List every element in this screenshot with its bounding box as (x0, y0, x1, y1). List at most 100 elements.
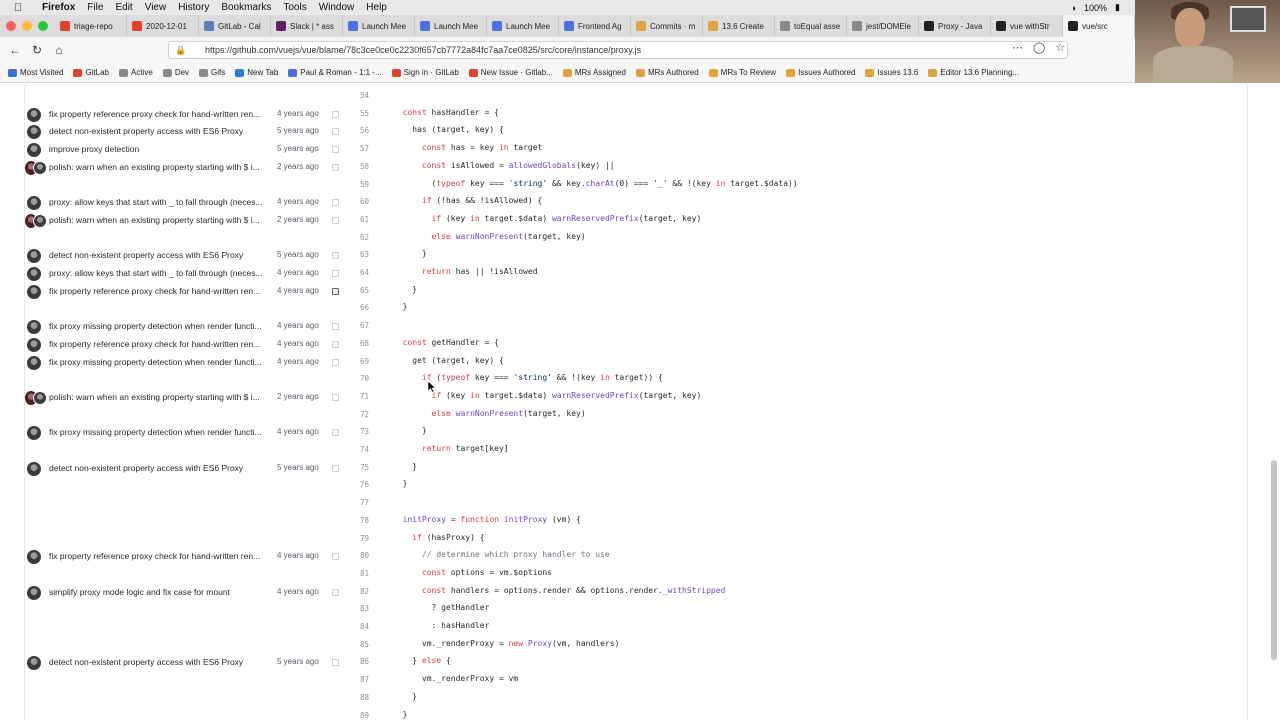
menu-bookmarks[interactable]: Bookmarks (215, 2, 277, 13)
commit-message-link[interactable]: simplify proxy mode logic and fix case f… (49, 587, 265, 597)
line-number[interactable]: 71 (335, 392, 369, 401)
back-icon[interactable]: ← (4, 43, 26, 57)
avatar[interactable] (27, 143, 41, 158)
tab-10[interactable]: toEqual asse (775, 15, 847, 37)
avatar[interactable] (27, 337, 41, 352)
bookmark-item[interactable]: Issues 13.6 (861, 68, 922, 77)
bookmark-item[interactable]: Issues Authored (782, 68, 859, 77)
line-number[interactable]: 63 (335, 250, 369, 259)
avatar[interactable] (27, 461, 41, 476)
avatar[interactable] (33, 390, 47, 405)
line-number[interactable]: 77 (335, 498, 369, 507)
line-number[interactable]: 55 (335, 109, 369, 118)
tab-8[interactable]: Commits · m (631, 15, 703, 37)
commit-message-link[interactable]: polish: warn when an existing property s… (49, 392, 265, 402)
avatar[interactable] (27, 320, 41, 335)
avatar[interactable] (27, 267, 41, 281)
avatar[interactable] (27, 426, 41, 441)
avatar[interactable] (33, 213, 47, 228)
commit-message-link[interactable]: improve proxy detection (49, 144, 265, 154)
url-text[interactable]: https://github.com/vuejs/vue/blame/78c3c… (205, 45, 641, 55)
lock-icon[interactable]: 🔒 (175, 45, 186, 56)
line-number[interactable]: 88 (335, 693, 369, 702)
line-number[interactable]: 56 (335, 126, 369, 135)
tab-11[interactable]: jest/DOMEle (847, 15, 919, 37)
line-number[interactable]: 59 (335, 180, 369, 189)
commit-message-link[interactable]: proxy: allow keys that start with _ to f… (49, 197, 265, 207)
commit-message-link[interactable]: detect non-existent property access with… (49, 463, 265, 473)
tab-3[interactable]: Slack | * ass (271, 15, 343, 37)
line-number[interactable]: 74 (335, 445, 369, 454)
bookmark-item[interactable]: Gifs (195, 68, 229, 77)
line-number[interactable]: 69 (335, 357, 369, 366)
home-icon[interactable]: ⌂ (48, 43, 70, 57)
battery-label[interactable]: 100% (1084, 3, 1107, 13)
commit-message-link[interactable]: detect non-existent property access with… (49, 250, 265, 260)
bookmark-item[interactable]: GitLab (69, 68, 113, 77)
battery-icon[interactable]: ▮ (1115, 2, 1120, 13)
avatar[interactable] (27, 125, 41, 140)
menu-help[interactable]: Help (360, 2, 393, 13)
tab-0[interactable]: triage-repo (55, 15, 127, 37)
line-number[interactable]: 81 (335, 569, 369, 578)
line-number[interactable]: 84 (335, 622, 369, 631)
tab-12[interactable]: Proxy - Java (919, 15, 991, 37)
commit-message-link[interactable]: proxy: allow keys that start with _ to f… (49, 268, 265, 278)
tab-13[interactable]: vue withStr (991, 15, 1063, 37)
line-number[interactable]: 64 (335, 268, 369, 277)
tab-9[interactable]: 13.6 Create (703, 15, 775, 37)
bookmark-item[interactable]: MRs Assigned (559, 68, 630, 77)
bookmark-item[interactable]: MRs To Review (705, 68, 780, 77)
close-window-icon[interactable] (6, 21, 16, 31)
avatar[interactable] (27, 656, 41, 671)
tab-6[interactable]: Launch Mee (487, 15, 559, 37)
line-number[interactable]: 87 (335, 675, 369, 684)
url-bar[interactable]: 🔒 https://github.com/vuejs/vue/blame/78c… (168, 41, 1068, 59)
line-number[interactable]: 89 (335, 711, 369, 720)
commit-message-link[interactable]: fix proxy missing property detection whe… (49, 427, 265, 437)
tab-1[interactable]: 2020-12-01 (127, 15, 199, 37)
bookmark-item[interactable]: Sign in · GitLab (388, 68, 463, 77)
bookmark-item[interactable]: Dev (159, 68, 193, 77)
line-number[interactable]: 72 (335, 410, 369, 419)
line-number[interactable]: 75 (335, 463, 369, 472)
tab-14[interactable]: vue/src (1063, 15, 1135, 37)
avatar[interactable] (27, 550, 41, 565)
avatar[interactable] (27, 284, 41, 299)
more-actions-icon[interactable]: ⋯ (1012, 41, 1023, 54)
line-number[interactable]: 70 (335, 374, 369, 383)
tab-2[interactable]: GitLab - Cal (199, 15, 271, 37)
commit-message-link[interactable]: polish: warn when an existing property s… (49, 162, 265, 172)
bookmark-item[interactable]: Most Visited (4, 68, 67, 77)
commit-message-link[interactable]: fix property reference proxy check for h… (49, 339, 265, 349)
menu-view[interactable]: View (139, 2, 173, 13)
menu-edit[interactable]: Edit (109, 2, 138, 13)
tab-5[interactable]: Launch Mee (415, 15, 487, 37)
line-number[interactable]: 66 (335, 303, 369, 312)
menu-file[interactable]: File (81, 2, 109, 13)
avatar[interactable] (27, 196, 41, 211)
tab-4[interactable]: Launch Mee (343, 15, 415, 37)
page-scrollbar[interactable] (1271, 460, 1277, 660)
avatar[interactable] (27, 585, 41, 600)
commit-message-link[interactable]: detect non-existent property access with… (49, 657, 265, 667)
line-number[interactable]: 85 (335, 640, 369, 649)
pocket-icon[interactable]: ◯ (1033, 41, 1045, 54)
line-number[interactable]: 67 (335, 321, 369, 330)
wifi-icon[interactable]: ◑ (1071, 3, 1076, 13)
line-number[interactable]: 80 (335, 551, 369, 560)
line-number[interactable]: 78 (335, 516, 369, 525)
line-number[interactable]: 61 (335, 215, 369, 224)
commit-message-link[interactable]: fix property reference proxy check for h… (49, 109, 265, 119)
apple-icon[interactable]:  (0, 2, 36, 14)
bookmark-item[interactable]: MRs Authored (632, 68, 703, 77)
avatar[interactable] (33, 160, 47, 175)
menu-app-firefox[interactable]: Firefox (36, 2, 81, 13)
line-number[interactable]: 82 (335, 587, 369, 596)
commit-message-link[interactable]: fix proxy missing property detection whe… (49, 321, 265, 331)
line-number[interactable]: 73 (335, 427, 369, 436)
line-number[interactable]: 57 (335, 144, 369, 153)
bookmark-item[interactable]: New Issue · Gitlab... (465, 68, 557, 77)
bookmark-item[interactable]: Editor 13.6 Planning... (924, 68, 1023, 77)
line-number[interactable]: 79 (335, 534, 369, 543)
